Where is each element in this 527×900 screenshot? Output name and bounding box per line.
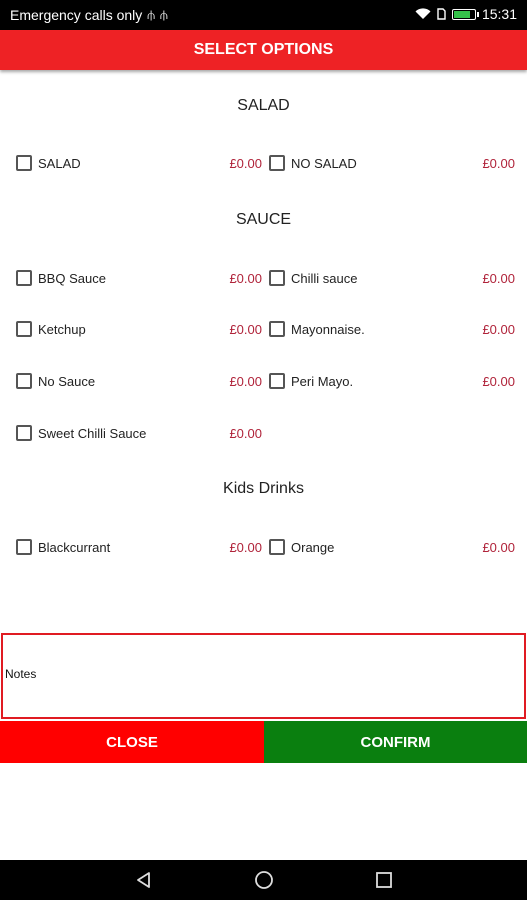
clock: 15:31 [481,6,517,22]
sim-icon [437,8,446,20]
status-right: 15:31 [415,6,517,22]
option-price: £0.00 [229,373,262,389]
option-label: Ketchup [38,321,86,337]
section-title-sauce: SAUCE [235,211,292,228]
option-label: Peri Mayo. [291,373,354,389]
option-ketchup[interactable]: Ketchup £0.00 [16,317,262,341]
checkbox[interactable] [269,321,285,337]
header-bar: SELECT OPTIONS [0,30,527,70]
option-sweet-chilli-sauce[interactable]: Sweet Chilli Sauce £0.00 [16,421,262,445]
option-label: NO SALAD [291,155,357,171]
option-price: £0.00 [229,155,262,171]
option-mayonnaise[interactable]: Mayonnaise. £0.00 [269,317,515,341]
page-title: SELECT OPTIONS [193,41,334,58]
checkbox[interactable] [16,425,32,441]
checkbox[interactable] [16,270,32,286]
no-signal-icon: ⫛ [160,7,168,22]
navigation-bar [0,860,527,900]
option-price: £0.00 [229,539,262,555]
option-price: £0.00 [482,373,515,389]
option-label: No Sauce [38,373,96,389]
option-salad[interactable]: SALAD £0.00 [16,151,262,175]
recents-icon[interactable] [372,870,396,890]
status-bar: Emergency calls only ⫛ ⫛ 15:31 [0,0,527,30]
section-title-salad: SALAD [237,97,290,114]
option-price: £0.00 [482,155,515,171]
option-chilli-sauce[interactable]: Chilli sauce £0.00 [269,266,515,290]
option-blackcurrant[interactable]: Blackcurrant £0.00 [16,535,262,559]
checkbox[interactable] [16,155,32,171]
option-orange[interactable]: Orange £0.00 [269,535,515,559]
battery-icon [451,8,479,20]
option-label: BBQ Sauce [38,270,106,286]
carrier-text: Emergency calls only [10,7,143,23]
option-price: £0.00 [482,539,515,555]
option-label: Chilli sauce [291,270,358,286]
checkbox[interactable] [16,373,32,389]
no-signal-icon: ⫛ [147,7,156,22]
option-label: Sweet Chilli Sauce [38,425,147,441]
option-label: Mayonnaise. [291,321,365,337]
option-no-sauce[interactable]: No Sauce £0.00 [16,369,262,393]
option-no-salad[interactable]: NO SALAD £0.00 [269,151,515,175]
wifi-icon [415,8,431,19]
option-price: £0.00 [229,321,262,337]
option-label: SALAD [38,155,81,171]
option-label: Orange [291,539,335,555]
back-icon[interactable] [132,870,156,890]
option-price: £0.00 [482,321,515,337]
close-button[interactable]: CLOSE [0,721,264,763]
option-peri-mayo[interactable]: Peri Mayo. £0.00 [269,369,515,393]
checkbox[interactable] [16,539,32,555]
checkbox[interactable] [16,321,32,337]
status-left: Emergency calls only ⫛ ⫛ [10,7,168,23]
checkbox[interactable] [269,270,285,286]
checkbox[interactable] [269,539,285,555]
home-icon[interactable] [252,870,276,890]
notes-field[interactable]: Notes [1,633,526,719]
battery-level [453,10,470,18]
checkbox[interactable] [269,373,285,389]
section-title-kids-drinks: Kids Drinks [223,480,304,497]
option-price: £0.00 [482,270,515,286]
option-price: £0.00 [229,270,262,286]
checkbox[interactable] [269,155,285,171]
option-price: £0.00 [229,425,262,441]
option-label: Blackcurrant [38,539,111,555]
confirm-button[interactable]: CONFIRM [264,721,527,763]
notes-placeholder: Notes [5,667,37,681]
option-bbq-sauce[interactable]: BBQ Sauce £0.00 [16,266,262,290]
